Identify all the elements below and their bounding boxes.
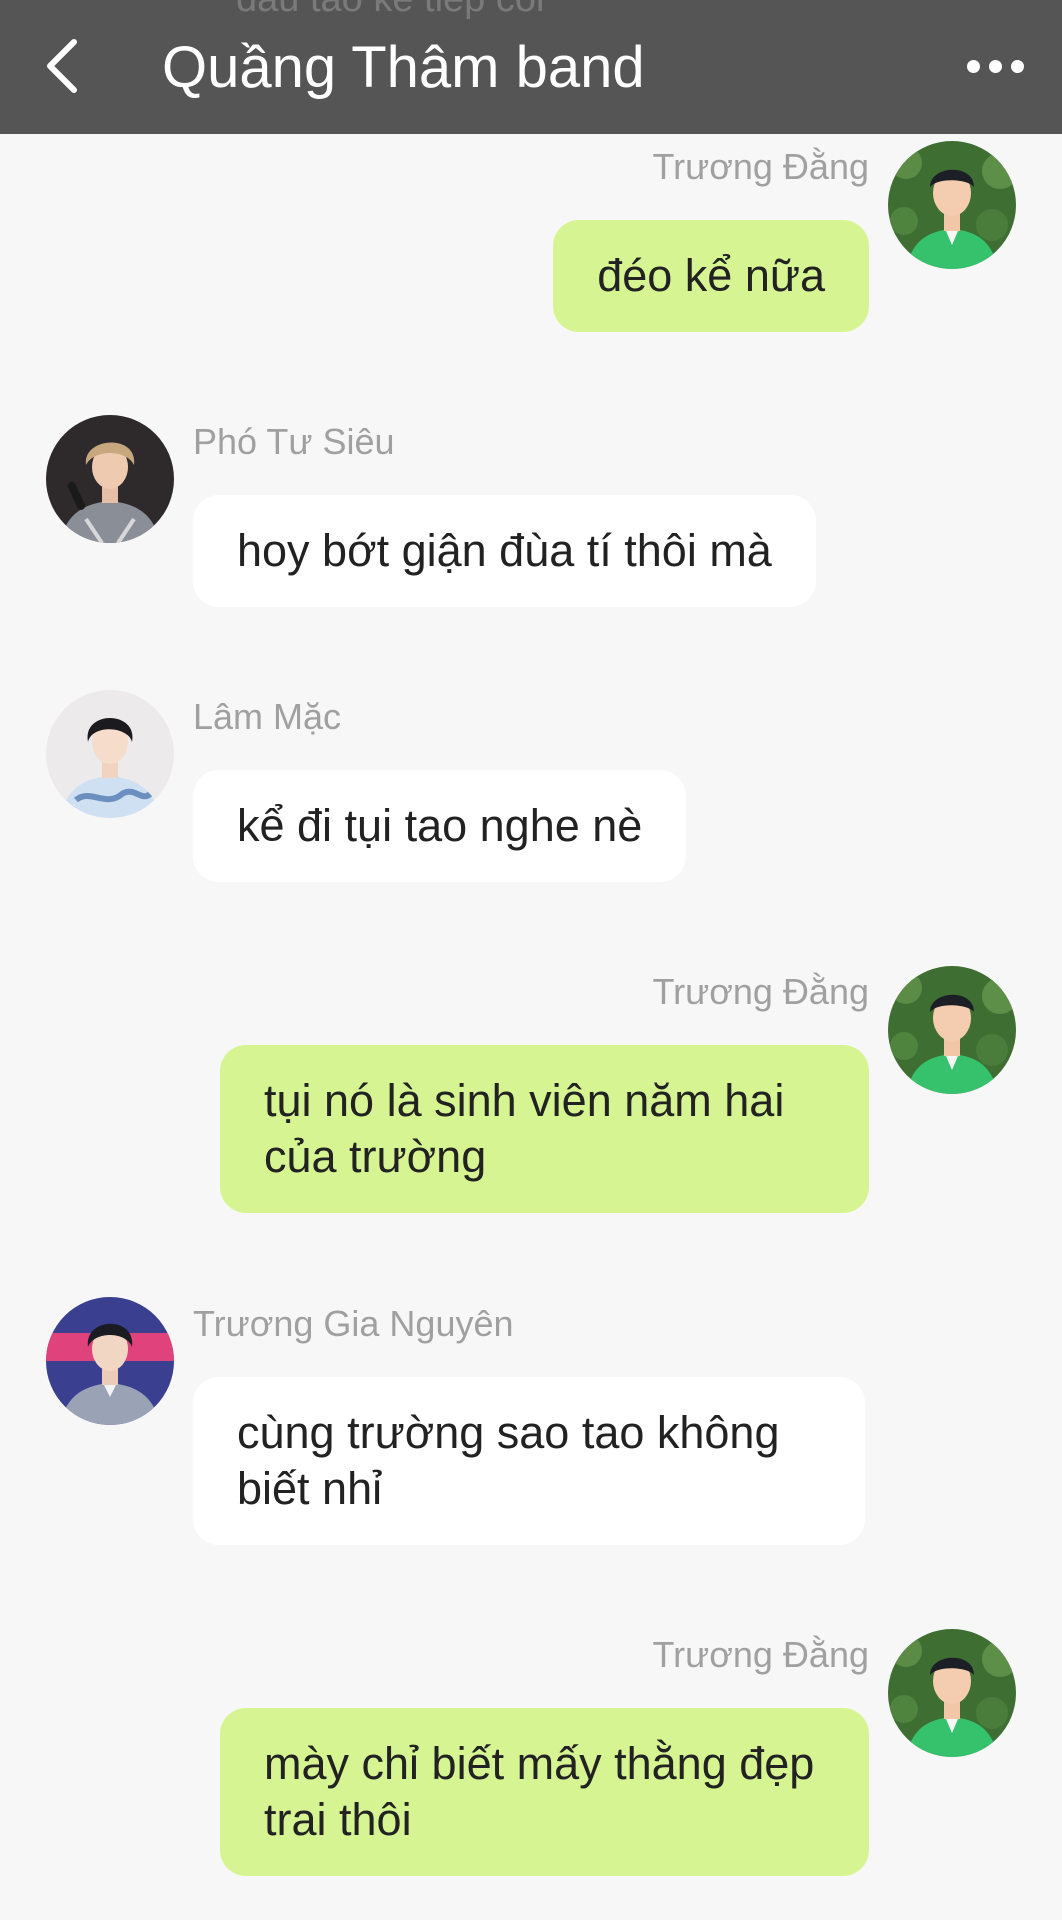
more-options-button[interactable] xyxy=(955,40,1035,92)
more-options-icon xyxy=(1011,60,1024,73)
sender-name: Trương Đằng xyxy=(652,1634,869,1675)
avatar-truong-dang[interactable] xyxy=(888,1629,1016,1757)
message-bubble[interactable]: kể đi tụi tao nghe nè xyxy=(193,770,687,882)
more-options-icon xyxy=(989,60,1002,73)
top-bar: đầu tao kể tiếp coi Quầng Thâm band xyxy=(0,0,1062,134)
message-bubble[interactable]: cùng trường sao tao không biết nhỉ xyxy=(193,1377,865,1545)
message-bubble[interactable]: hoy bớt giận đùa tí thôi mà xyxy=(193,495,816,607)
sender-name: Trương Đằng xyxy=(652,971,869,1012)
message-bubble[interactable]: mày chỉ biết mấy thằng đẹp trai thôi xyxy=(220,1708,869,1876)
avatar-pho-tu-sieu[interactable] xyxy=(46,415,174,543)
avatar-truong-gia-nguyen[interactable] xyxy=(46,1297,174,1425)
avatar-truong-dang[interactable] xyxy=(888,141,1016,269)
scrolled-message-text: đầu tao kể tiếp coi xyxy=(236,0,544,21)
sender-name: Lâm Mặc xyxy=(193,696,342,737)
sender-name: Trương Đằng xyxy=(652,146,869,187)
sender-name: Phó Tư Siêu xyxy=(193,421,395,462)
back-button[interactable] xyxy=(36,28,116,108)
avatar-truong-dang[interactable] xyxy=(888,966,1016,1094)
message-bubble[interactable]: tụi nó là sinh viên năm hai của trường xyxy=(220,1045,869,1213)
message-bubble[interactable]: đéo kể nữa xyxy=(553,220,869,332)
more-options-icon xyxy=(967,60,980,73)
avatar-lam-mac[interactable] xyxy=(46,690,174,818)
chat-title: Quầng Thâm band xyxy=(162,35,645,100)
back-arrow-icon xyxy=(47,39,77,93)
sender-name: Trương Gia Nguyên xyxy=(193,1303,514,1344)
